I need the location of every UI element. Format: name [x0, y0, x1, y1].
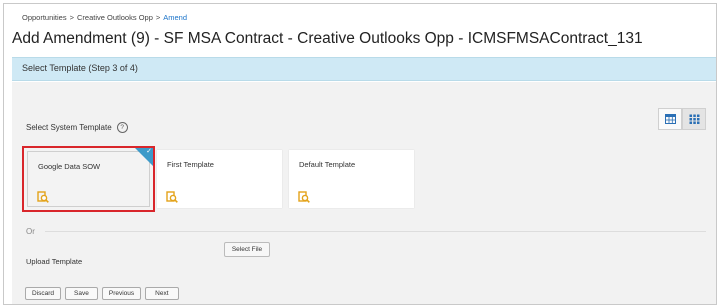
template-card-google-data-sow[interactable]: ✓ Google Data SOW	[22, 146, 155, 212]
divider-line	[44, 231, 706, 232]
breadcrumb-opportunity[interactable]: Creative Outlooks Opp	[77, 13, 153, 22]
template-name: First Template	[167, 160, 214, 169]
action-buttons: Discard Save Previous Next	[25, 287, 179, 300]
select-file-button[interactable]: Select File	[224, 242, 270, 257]
select-system-template-label: Select System Template ?	[26, 122, 128, 133]
next-button[interactable]: Next	[145, 287, 179, 300]
template-panel: Select System Template ? ✓ Google Data S…	[12, 82, 716, 304]
step-label: Select Template (Step 3 of 4)	[22, 63, 138, 73]
amendment-window: Opportunities > Creative Outlooks Opp > Amen…	[3, 3, 717, 305]
template-name: Google Data SOW	[38, 162, 101, 171]
template-card-first-template[interactable]: First Template	[157, 150, 282, 208]
checkmark-icon: ✓	[146, 148, 152, 155]
or-label: Or	[26, 227, 35, 236]
preview-icon[interactable]	[166, 191, 178, 203]
preview-icon[interactable]	[298, 191, 310, 203]
grid-view-icon	[689, 114, 699, 124]
previous-button[interactable]: Previous	[101, 287, 142, 300]
view-toggle	[658, 108, 706, 130]
breadcrumb-opportunities[interactable]: Opportunities	[22, 13, 67, 22]
save-button[interactable]: Save	[65, 287, 98, 300]
template-name: Default Template	[299, 160, 356, 169]
discard-button[interactable]: Discard	[25, 287, 62, 300]
breadcrumb-separator: >	[69, 13, 74, 22]
preview-icon[interactable]	[37, 191, 49, 203]
breadcrumb-amend[interactable]: Amend	[163, 13, 187, 22]
upload-template-label: Upload Template	[26, 257, 83, 266]
page-title: Add Amendment (9) - SF MSA Contract - Cr…	[12, 30, 643, 47]
table-view-button[interactable]	[658, 108, 682, 130]
or-divider: Or	[26, 227, 706, 236]
breadcrumb-separator: >	[155, 13, 161, 22]
grid-view-button[interactable]	[682, 108, 706, 130]
breadcrumb: Opportunities > Creative Outlooks Opp > Amen…	[22, 13, 187, 22]
select-system-template-text: Select System Template	[26, 123, 112, 132]
step-header: Select Template (Step 3 of 4)	[12, 57, 716, 81]
table-view-icon	[664, 114, 676, 124]
template-card-default-template[interactable]: Default Template	[289, 150, 414, 208]
help-icon[interactable]: ?	[116, 122, 128, 133]
